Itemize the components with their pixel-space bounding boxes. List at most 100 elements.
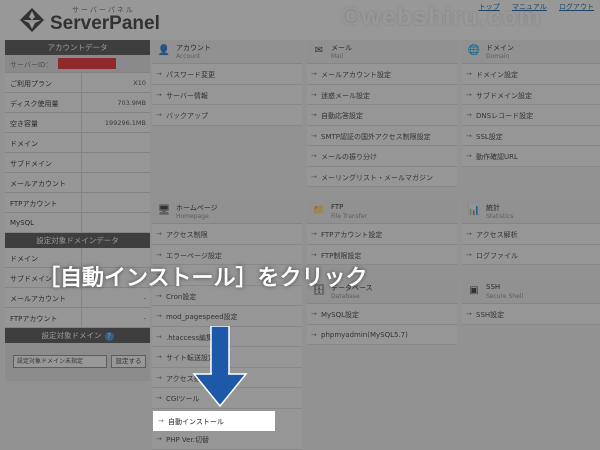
- menu-link[interactable]: → mod_pagespeed設定: [152, 306, 302, 327]
- arrow-right-icon: →: [466, 250, 472, 259]
- arrow-right-icon: →: [466, 131, 472, 140]
- menu-link-label: パスワード変更: [166, 71, 215, 79]
- category-title: アカウント: [176, 44, 211, 52]
- menu-link-label: サーバー情報: [166, 91, 208, 100]
- menu-link[interactable]: → メールの振り分け: [307, 146, 457, 167]
- menu-link-label: 迷惑メール設定: [321, 91, 370, 100]
- menu-link[interactable]: → ドメイン設定: [462, 64, 600, 85]
- category-domain: 🌐 ドメイン Domain → ドメイン設定 → サブドメイン設定 → DNSレコード…: [462, 40, 600, 167]
- set-domain-button[interactable]: 設定する: [111, 355, 146, 368]
- menu-link-label: mod_pagespeed設定: [166, 313, 238, 321]
- menu-link-label: メーリングリスト・メールマガジン: [321, 173, 433, 182]
- category-subtitle: Statistics: [486, 213, 514, 220]
- arrow-down-icon: [192, 326, 248, 408]
- arrow-right-icon: →: [311, 111, 317, 119]
- category-ftp: 📁 FTP File Transfer → FTPアカウント設定 → FTP制限設定: [307, 200, 457, 265]
- category-header: 🌐 ドメイン Domain: [462, 40, 600, 64]
- menu-link[interactable]: → アクセス制限: [152, 224, 302, 245]
- menu-link-label: メールアカウント設定: [321, 71, 391, 79]
- menu-link[interactable]: → パスワード変更: [152, 64, 302, 85]
- target-domain-select[interactable]: 設定対象ドメイン未指定: [13, 355, 107, 368]
- sidebar-row-mysql: MySQL: [5, 213, 150, 233]
- menu-link-label: FTPアカウント設定: [321, 231, 383, 239]
- auto-install-label: 自動インストール: [168, 418, 224, 426]
- menu-link[interactable]: → サブドメイン設定: [462, 85, 600, 105]
- category-header: ✉ メール Mail: [307, 40, 457, 64]
- menu-link-label: ドメイン設定: [476, 71, 518, 79]
- arrow-right-icon: →: [156, 435, 162, 443]
- arrow-right-icon: →: [466, 152, 472, 160]
- account-icon: 👤: [157, 45, 171, 56]
- arrow-right-icon: →: [156, 70, 162, 78]
- menu-link[interactable]: → PHP Ver.切替: [152, 429, 302, 450]
- menu-link[interactable]: → サーバー情報: [152, 85, 302, 105]
- menu-link-label: Cron設定: [166, 292, 197, 301]
- menu-link[interactable]: → phpmyadmin(MySQL5.7): [307, 325, 457, 345]
- arrow-right-icon: →: [156, 230, 162, 238]
- menu-link-label: SSH設定: [476, 311, 505, 319]
- menu-link-label: MySQL設定: [321, 311, 360, 319]
- server-id-redacted: [58, 58, 116, 69]
- menu-link[interactable]: → MySQL設定: [307, 304, 457, 325]
- category-title: 統計: [486, 204, 500, 212]
- category-account: 👤 アカウント Account → パスワード変更 → サーバー情報 → バックアップ: [152, 40, 302, 126]
- category-subtitle: Database: [331, 293, 360, 300]
- domain-row-ftp-account: FTPアカウント -: [5, 308, 150, 328]
- arrow-right-icon: →: [311, 131, 317, 140]
- menu-link-label: FTP制限設定: [321, 251, 362, 260]
- menu-link-label: エラーページ設定: [166, 251, 222, 260]
- menu-link[interactable]: → メールアカウント設定: [307, 64, 457, 85]
- arrow-right-icon: →: [311, 172, 317, 181]
- menu-link[interactable]: → SSL設定: [462, 126, 600, 146]
- category-subtitle: Homepage: [176, 213, 209, 220]
- arrow-right-icon: →: [311, 250, 317, 259]
- help-icon[interactable]: ?: [104, 332, 114, 341]
- row-value: 703.9MB: [117, 99, 146, 107]
- instruction-callout: ［自動インストール］をクリック: [38, 266, 368, 291]
- menu-link[interactable]: → バックアップ: [152, 105, 302, 126]
- domain-data-heading: 設定対象ドメインデータ: [5, 233, 150, 248]
- link-logout[interactable]: ログアウト: [559, 3, 594, 11]
- menu-link[interactable]: → 動作確認URL: [462, 146, 600, 167]
- menu-link[interactable]: → ログファイル: [462, 245, 600, 265]
- row-label: メールアカウント: [10, 295, 66, 303]
- target-domain-label: 設定対象ドメイン: [41, 331, 102, 340]
- category-statistics: 📊 統計 Statistics → アクセス解析 → ログファイル: [462, 200, 600, 265]
- row-label: ディスク使用量: [10, 100, 59, 108]
- server-id-label: サーバーID：: [10, 61, 53, 69]
- menu-link[interactable]: → FTPアカウント設定: [307, 224, 457, 245]
- menu-link[interactable]: → SSH設定: [462, 304, 600, 325]
- menu-link[interactable]: → アクセス解析: [462, 224, 600, 245]
- account-data-heading: アカウントデータ: [5, 40, 150, 55]
- arrow-right-icon: →: [311, 70, 317, 78]
- logo-diamond-icon: [20, 8, 44, 32]
- menu-link[interactable]: → DNSレコード設定: [462, 105, 600, 126]
- arrow-right-icon: →: [466, 90, 472, 99]
- row-label: MySQL: [10, 219, 35, 227]
- category-header: ▣ SSH Secure Shell: [462, 280, 600, 304]
- arrow-right-icon: →: [156, 291, 162, 300]
- menu-link[interactable]: → 迷惑メール設定: [307, 85, 457, 105]
- sidebar-row-domain: ドメイン: [5, 133, 150, 153]
- arrow-right-icon: →: [311, 90, 317, 99]
- arrow-right-icon: →: [311, 230, 317, 238]
- arrow-right-icon: →: [466, 70, 472, 78]
- auto-install-link[interactable]: → 自動インストール: [153, 411, 275, 431]
- row-label: ご利用プラン: [10, 80, 52, 88]
- serverpanel-logo[interactable]: サーバーパネル ServerPanel: [18, 2, 168, 38]
- homepage-icon: 🖥: [157, 205, 171, 216]
- category-ssh: ▣ SSH Secure Shell → SSH設定: [462, 280, 600, 325]
- link-manual[interactable]: マニュアル: [512, 3, 547, 11]
- bar-chart-icon: 📊: [467, 205, 481, 216]
- menu-link-label: 自動応答設定: [321, 112, 363, 120]
- menu-link[interactable]: → SMTP認証の国外アクセス制限設定: [307, 126, 457, 146]
- category-header: 👤 アカウント Account: [152, 40, 302, 64]
- category-subtitle: Mail: [331, 53, 344, 60]
- category-header: 🖥 ホームページ Homepage: [152, 200, 302, 224]
- menu-link[interactable]: → メーリングリスト・メールマガジン: [307, 167, 457, 187]
- category-title: FTP: [331, 203, 344, 211]
- link-top[interactable]: トップ: [479, 3, 500, 11]
- menu-link-label: DNSレコード設定: [476, 112, 534, 120]
- menu-link[interactable]: → 自動応答設定: [307, 105, 457, 126]
- sidebar-row-free-space: 空き容量 199296.1MB: [5, 113, 150, 133]
